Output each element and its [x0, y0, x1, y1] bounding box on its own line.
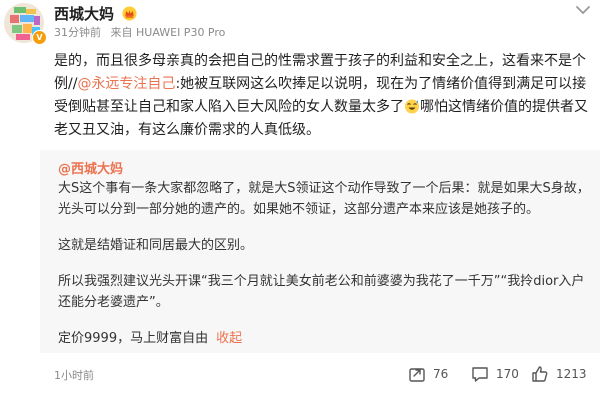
quoted-post[interactable]: @西城大妈 大S这个事有一条大家都忽略了，就是大S领证这个动作导致了一个后果：就… — [40, 150, 600, 353]
post-time[interactable]: 31分钟前 — [54, 26, 101, 39]
quoted-paragraph: 定价9999，马上财富自由 收起 — [58, 328, 590, 349]
repost-count: 76 — [433, 367, 449, 381]
repost-button[interactable]: 76 — [407, 364, 467, 384]
like-count: 1213 — [556, 367, 587, 381]
thumbs-up-icon — [532, 366, 548, 382]
username[interactable]: 西城大妈 — [54, 3, 114, 24]
post-header: V 西城大妈 31分钟前 来自 HUAWEI P30 Pro — [0, 0, 600, 48]
sweat-smile-emoji-icon — [405, 99, 419, 114]
quoted-price-text: 定价9999，马上财富自由 — [58, 331, 209, 346]
comment-button[interactable]: 170 — [470, 364, 530, 384]
mention-link[interactable]: @永远专注自己 — [77, 76, 175, 92]
like-button[interactable]: 1213 — [530, 364, 595, 384]
post-text: 是的，而且很多母亲真的会把自己的性需求置于孩子的利益和安全之上，这看来不是个例/… — [54, 50, 594, 142]
chevron-down-icon[interactable] — [570, 3, 596, 17]
quoted-paragraph: 所以我强烈建议光头开课“我三个月就让美女前老公和前婆婆为我花了一千万”“我拎di… — [58, 274, 585, 310]
collapse-link[interactable]: 收起 — [216, 331, 242, 346]
verified-badge-icon: V — [32, 30, 47, 45]
crown-badge-icon[interactable] — [122, 6, 137, 21]
post-footer: 1小时前 76 170 1213 — [0, 353, 600, 403]
comment-icon — [472, 367, 488, 382]
post-source: 来自 HUAWEI P30 Pro — [110, 26, 226, 39]
quoted-author[interactable]: @西城大妈 — [58, 158, 123, 177]
footer-time[interactable]: 1小时前 — [54, 367, 94, 383]
post-meta: 31分钟前 来自 HUAWEI P30 Pro — [54, 24, 225, 40]
repost-icon — [409, 368, 425, 382]
comment-count: 170 — [496, 367, 519, 381]
weibo-post: V 西城大妈 31分钟前 来自 HUAWEI P30 Pro 是的，而且很多母亲… — [0, 0, 600, 403]
quoted-paragraph: 大S这个事有一条大家都忽略了，就是大S领证这个动作导致了一个后果：就是如果大S身… — [58, 181, 590, 217]
quoted-paragraph: 这就是结婚证和同居最大的区别。 — [58, 238, 254, 253]
